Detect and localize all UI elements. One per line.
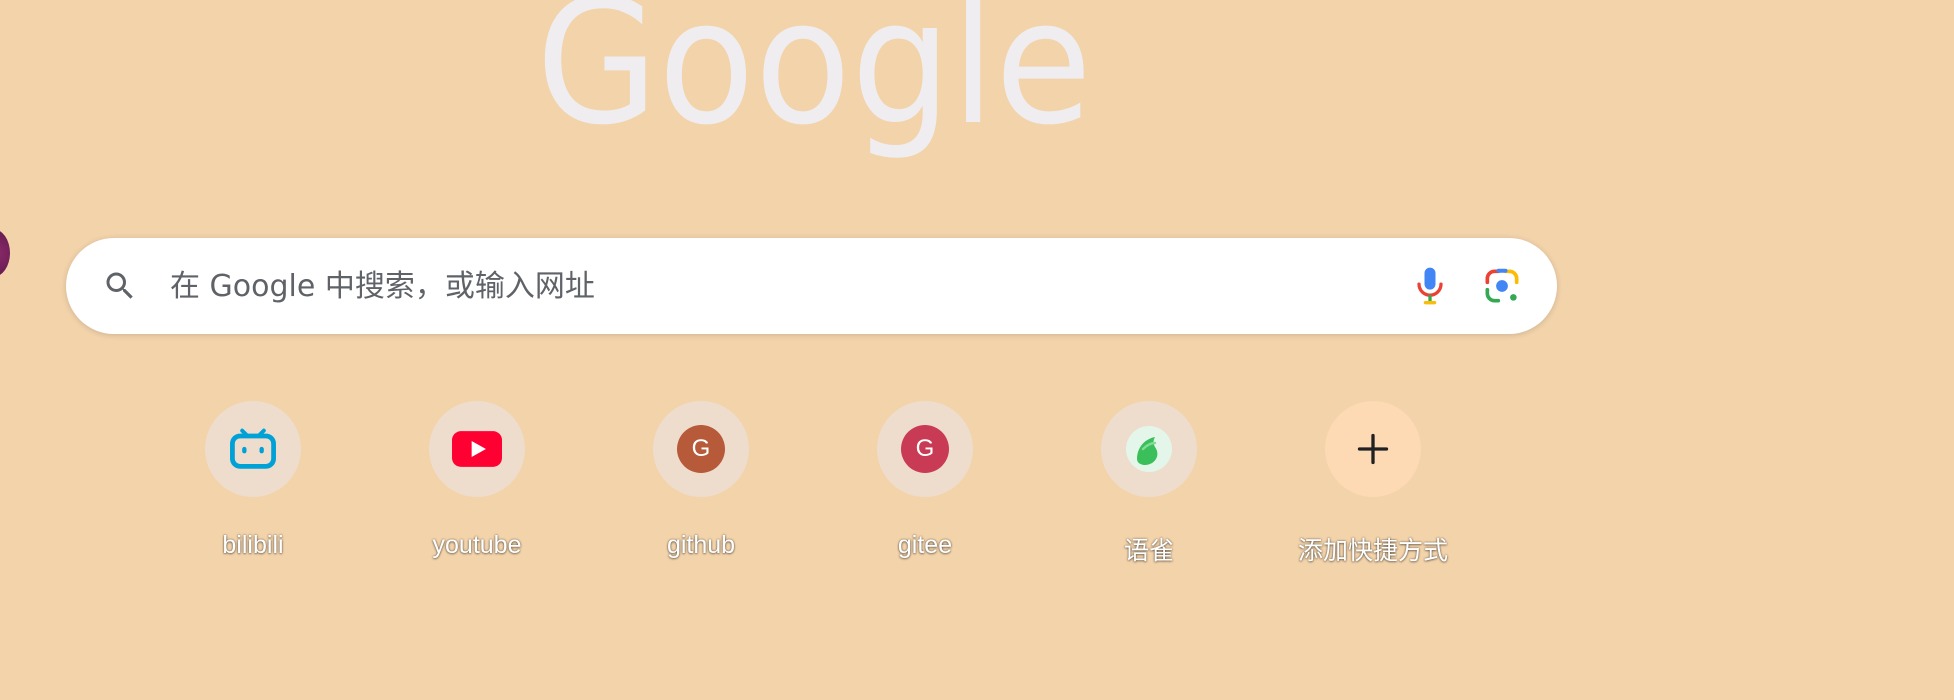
shortcut-label: github: [666, 531, 736, 559]
new-tab-page: Google 在 Google 中搜索，或输入网址 bilibili youtu…: [0, 0, 1954, 700]
shortcut-tile: [1101, 401, 1197, 497]
shortcut-label: 添加快捷方式: [1297, 537, 1448, 565]
google-logo: Google: [536, 0, 1096, 162]
bilibili-icon: [230, 428, 276, 469]
shortcut-github[interactable]: G github: [589, 401, 813, 573]
letter-g-icon: G: [677, 425, 725, 473]
shortcut-tile: [205, 401, 301, 497]
shortcut-gitee[interactable]: G gitee: [813, 401, 1037, 573]
shortcut-label: youtube: [432, 531, 522, 559]
add-shortcut-button[interactable]: 添加快捷方式: [1261, 401, 1485, 573]
plus-icon: [1357, 433, 1389, 465]
shortcut-tile: G: [877, 401, 973, 497]
yuque-icon: [1126, 426, 1172, 472]
letter-g-icon: G: [901, 425, 949, 473]
shortcut-label: bilibili: [222, 531, 284, 559]
google-lens-icon[interactable]: [1480, 264, 1524, 308]
search-input[interactable]: [170, 262, 1320, 310]
shortcut-label: gitee: [897, 531, 953, 559]
shortcut-bilibili[interactable]: bilibili: [141, 401, 365, 573]
shortcut-youtube[interactable]: youtube: [365, 401, 589, 573]
youtube-icon: [452, 431, 502, 467]
shortcut-tile: [1325, 401, 1421, 497]
shortcut-label: 语雀: [1123, 537, 1174, 565]
microphone-icon[interactable]: [1408, 264, 1452, 308]
google-logo-text: Google: [536, 0, 1092, 162]
search-icon: [106, 272, 133, 299]
shortcut-tile: [429, 401, 525, 497]
search-box[interactable]: [66, 238, 1557, 334]
shortcut-tile: G: [653, 401, 749, 497]
shortcut-yuque[interactable]: 语雀: [1037, 401, 1261, 573]
profile-avatar[interactable]: [0, 229, 10, 277]
